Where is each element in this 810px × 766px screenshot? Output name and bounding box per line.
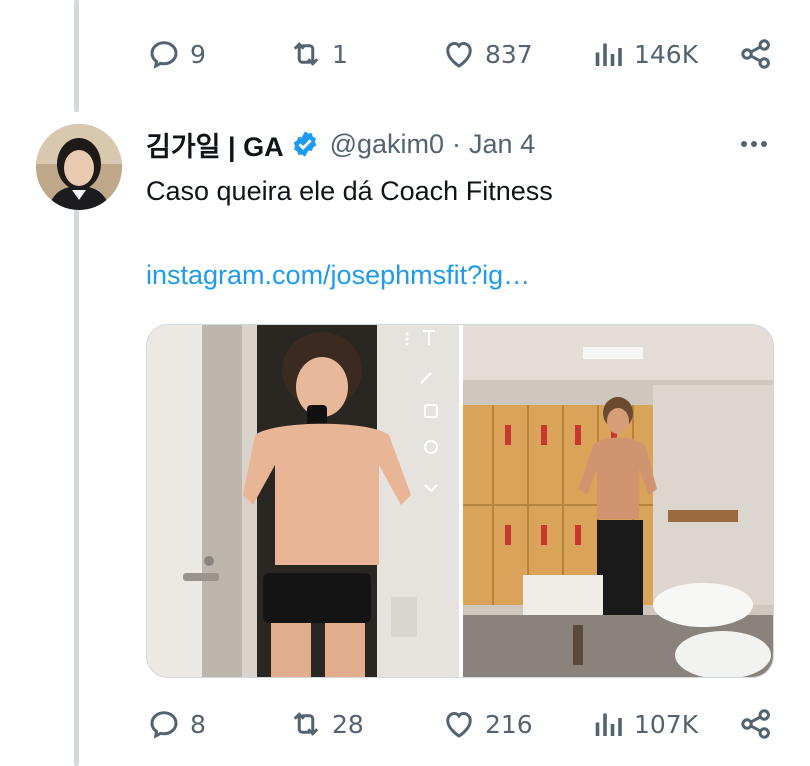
reply-button[interactable]: 8 bbox=[146, 706, 206, 742]
reply-count: 8 bbox=[190, 709, 206, 739]
like-count: 837 bbox=[485, 39, 533, 69]
views-button[interactable]: 107K bbox=[590, 706, 698, 742]
retweet-button[interactable]: 1 bbox=[288, 36, 348, 72]
retweet-count: 1 bbox=[332, 39, 348, 69]
retweet-icon bbox=[293, 42, 319, 66]
media-image-before[interactable] bbox=[147, 325, 459, 677]
heart-icon bbox=[446, 41, 472, 68]
author-handle[interactable]: @gakim0 bbox=[330, 129, 444, 160]
reply-icon bbox=[150, 41, 178, 69]
views-button[interactable]: 146K bbox=[590, 36, 698, 72]
analytics-icon bbox=[595, 43, 622, 66]
retweet-count: 28 bbox=[332, 709, 364, 739]
tweet-action-bar: 8 28 216 107K bbox=[146, 700, 776, 748]
tweet-text: Caso queira ele dá Coach Fitness bbox=[146, 176, 553, 206]
retweet-button[interactable]: 28 bbox=[288, 706, 364, 742]
previous-tweet-action-bar: 9 1 837 146K bbox=[146, 30, 776, 78]
like-button[interactable]: 216 bbox=[441, 706, 533, 742]
thread-connector-line bbox=[74, 0, 79, 112]
avatar[interactable] bbox=[36, 124, 122, 210]
separator-dot: · bbox=[452, 128, 462, 159]
analytics-icon bbox=[595, 713, 622, 736]
before-photo bbox=[147, 325, 459, 677]
like-button[interactable]: 837 bbox=[441, 36, 533, 72]
tweet-date[interactable]: Jan 4 bbox=[469, 129, 535, 160]
reply-count: 9 bbox=[190, 39, 206, 69]
media-image-after[interactable] bbox=[463, 325, 773, 677]
reply-icon bbox=[150, 711, 178, 739]
share-icon bbox=[741, 39, 770, 69]
share-button[interactable] bbox=[738, 36, 774, 72]
media-grid bbox=[146, 324, 774, 678]
verified-badge-icon bbox=[293, 131, 316, 157]
heart-icon bbox=[446, 711, 472, 738]
avatar-photo bbox=[36, 124, 122, 210]
share-icon bbox=[741, 709, 770, 739]
tweet-header: 김가일 | GA @gakim0 · Jan 4 bbox=[146, 124, 535, 164]
tweet-link[interactable]: instagram.com/josephmsfit?ig… bbox=[146, 256, 530, 294]
after-photo bbox=[463, 325, 773, 677]
retweet-icon bbox=[293, 712, 319, 736]
author-display-name[interactable]: 김가일 | GA bbox=[146, 125, 284, 164]
reply-button[interactable]: 9 bbox=[146, 36, 206, 72]
view-count: 107K bbox=[634, 709, 699, 739]
view-count: 146K bbox=[634, 39, 699, 69]
like-count: 216 bbox=[485, 709, 533, 739]
thread-connector-line bbox=[74, 210, 79, 766]
share-button[interactable] bbox=[738, 706, 774, 742]
more-options-icon[interactable] bbox=[732, 128, 776, 160]
